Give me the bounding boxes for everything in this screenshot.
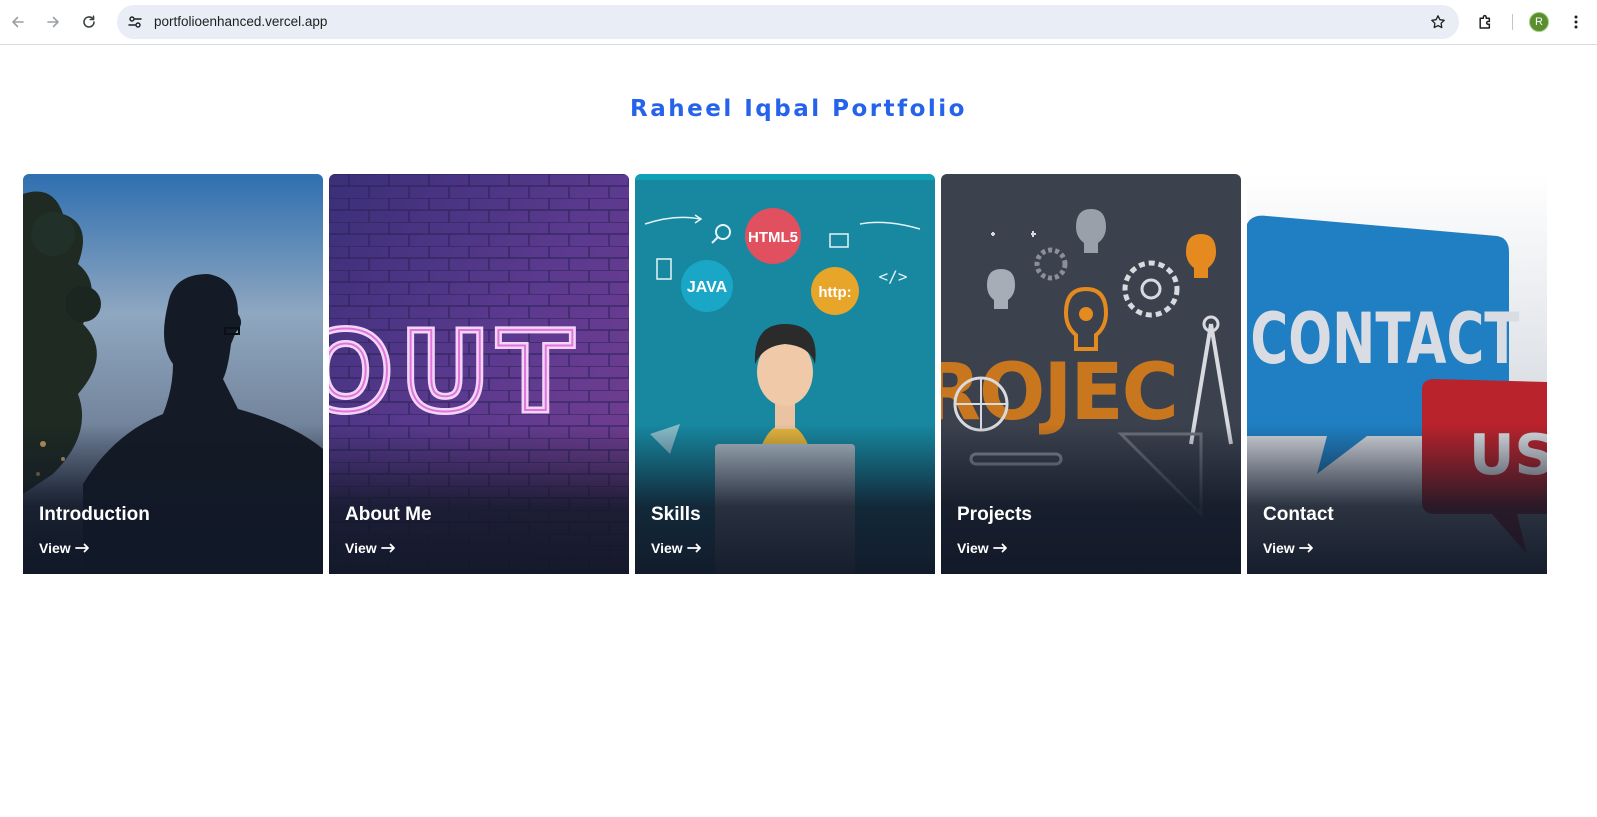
browser-menu-button[interactable] (1563, 9, 1589, 35)
card-introduction[interactable]: Introduction View (23, 174, 323, 574)
contact-art-text: CONTACT (1250, 298, 1519, 380)
profile-avatar[interactable]: R (1529, 12, 1549, 32)
card-title: Contact (1263, 504, 1334, 525)
card-projects[interactable]: ROJEC Projects View (941, 174, 1241, 574)
view-link[interactable]: View (957, 540, 1009, 556)
card-title: Projects (957, 504, 1032, 525)
arrow-right-icon (992, 543, 1007, 553)
view-link-label: View (651, 540, 683, 556)
back-button[interactable] (5, 9, 31, 35)
card-title: About Me (345, 504, 432, 525)
card-about-me[interactable]: OUT OUT About Me View (329, 174, 629, 574)
view-link[interactable]: View (345, 540, 397, 556)
bookmark-star-icon (1431, 15, 1445, 29)
view-link[interactable]: View (1263, 540, 1315, 556)
arrow-right-icon (686, 543, 701, 553)
forward-icon (47, 16, 59, 28)
http-badge-text: http: (818, 284, 851, 301)
forward-button[interactable] (40, 9, 66, 35)
card-title: Skills (651, 504, 701, 525)
kebab-menu-icon (1574, 15, 1578, 29)
site-info-button[interactable] (122, 9, 148, 35)
view-link[interactable]: View (39, 540, 91, 556)
card-contact[interactable]: CONTACT US Contact View (1247, 174, 1547, 574)
neon-sign-glow: OUT (329, 308, 581, 436)
toolbar-divider (1512, 14, 1513, 30)
arrow-right-icon (1298, 543, 1313, 553)
view-link[interactable]: View (651, 540, 703, 556)
extensions-button[interactable] (1472, 9, 1498, 35)
arrow-right-icon (380, 543, 395, 553)
back-icon (12, 16, 24, 28)
card-skills[interactable]: HTML5 JAVA http: </> Skills View (635, 174, 935, 574)
reload-button[interactable] (76, 9, 102, 35)
arrow-right-icon (74, 543, 89, 553)
java-badge-text: JAVA (687, 279, 728, 296)
browser-toolbar: portfolioenhanced.vercel.app R (0, 0, 1597, 45)
view-link-label: View (1263, 540, 1295, 556)
site-info-icon (128, 16, 142, 28)
card-title: Introduction (39, 504, 150, 525)
url-text[interactable]: portfolioenhanced.vercel.app (154, 5, 327, 39)
address-bar[interactable]: portfolioenhanced.vercel.app (117, 5, 1459, 39)
bookmark-button[interactable] (1425, 9, 1451, 35)
extensions-icon (1478, 14, 1490, 29)
view-link-label: View (39, 540, 71, 556)
code-tag-text: </> (879, 267, 908, 286)
view-link-label: View (957, 540, 989, 556)
page-title: Raheel Iqbal Portfolio (630, 96, 967, 122)
html5-badge-text: HTML5 (748, 229, 798, 246)
section-cards: Introduction View OUT OUT About Me View … (23, 174, 1573, 574)
reload-icon (83, 15, 95, 28)
view-link-label: View (345, 540, 377, 556)
